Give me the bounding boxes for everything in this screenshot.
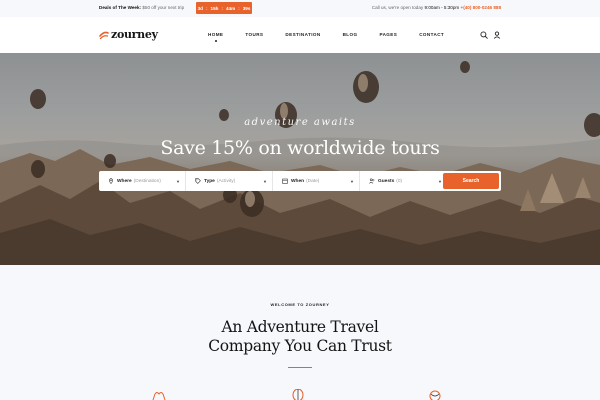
search-icon[interactable] — [480, 31, 488, 39]
deal-of-week: Deals of The Week: $50 off your next tri… — [99, 5, 184, 10]
hero-banner: adventure awaits Save 15% on worldwide t… — [0, 53, 600, 265]
guests-field[interactable]: Guests (0) ▼ — [360, 171, 447, 191]
chevron-down-icon: ▼ — [438, 179, 442, 184]
logo-text: zourney — [111, 28, 158, 41]
hero-background-image — [0, 61, 600, 265]
hero-headline: Save 15% on worldwide tours — [160, 137, 440, 159]
tour-search-bar: Where (Destination) ▼ Type (Activity) ▼ … — [99, 171, 501, 191]
contact-info: Call us, we're open today 9:00am - 5:30p… — [372, 5, 501, 10]
user-icon[interactable] — [493, 31, 501, 39]
call-text: Call us, we're open today — [371, 5, 424, 10]
logo-swoosh-icon — [99, 31, 109, 39]
nav-destination[interactable]: DESTINATION — [285, 32, 320, 37]
site-header: zourney HOME TOURS DESTINATION BLOG PAGE… — [0, 17, 600, 53]
calendar-icon — [282, 178, 288, 184]
section-title: An Adventure Travel Company You Can Trus… — [0, 318, 600, 356]
phone-link[interactable]: +(40) 800-0246 888 — [461, 5, 501, 10]
type-placeholder: (Activity) — [216, 178, 236, 184]
nav-home[interactable]: HOME — [208, 32, 223, 37]
countdown-days: 3d — [197, 5, 203, 11]
deal-countdown: 3d : 15h : 44m : 39s — [196, 2, 252, 14]
chevron-down-icon: ▼ — [263, 179, 267, 184]
nav-pages[interactable]: PAGES — [379, 32, 397, 37]
chevron-down-icon: ▼ — [350, 179, 354, 184]
globe-icon — [429, 390, 441, 400]
when-label: When — [291, 178, 305, 184]
balloon-icon — [292, 389, 304, 400]
header-actions — [480, 31, 501, 39]
title-divider — [288, 367, 312, 368]
where-placeholder: (Destination) — [133, 178, 161, 184]
nav-tours[interactable]: TOURS — [245, 32, 263, 37]
opening-hours: 9:00am - 5:30pm — [424, 5, 460, 10]
section-title-line-2: Company You Can Trust — [208, 337, 392, 355]
camel-icon — [152, 392, 166, 400]
type-field[interactable]: Type (Activity) ▼ — [186, 171, 273, 191]
section-kicker: WELCOME TO ZOURNEY — [270, 302, 330, 307]
hero-script-text: adventure awaits — [244, 117, 356, 128]
when-placeholder: (Date) — [306, 178, 320, 184]
location-pin-icon — [109, 178, 113, 184]
logo[interactable]: zourney — [99, 28, 158, 41]
nav-contact[interactable]: CONTACT — [419, 32, 444, 37]
top-bar: Deals of The Week: $50 off your next tri… — [0, 0, 600, 17]
countdown-minutes: 44m — [225, 5, 236, 11]
countdown-seconds: 39s — [242, 5, 251, 11]
deal-label: Deals of The Week: — [99, 5, 142, 10]
where-label: Where — [117, 178, 132, 184]
deal-text: $50 off your next trip — [142, 5, 185, 10]
guests-placeholder: (0) — [396, 178, 403, 184]
nav-blog[interactable]: BLOG — [343, 32, 358, 37]
section-title-line-1: An Adventure Travel — [221, 318, 379, 336]
where-field[interactable]: Where (Destination) ▼ — [99, 171, 186, 191]
chevron-down-icon: ▼ — [176, 179, 180, 184]
countdown-hours: 15h — [210, 5, 219, 11]
type-label: Type — [204, 178, 215, 184]
guests-icon — [369, 178, 375, 184]
when-field[interactable]: When (Date) ▼ — [273, 171, 360, 191]
main-nav: HOME TOURS DESTINATION BLOG PAGES CONTAC… — [208, 32, 466, 37]
search-button[interactable]: Search — [443, 173, 499, 189]
tag-icon — [195, 178, 201, 184]
guests-label: Guests — [378, 178, 395, 184]
